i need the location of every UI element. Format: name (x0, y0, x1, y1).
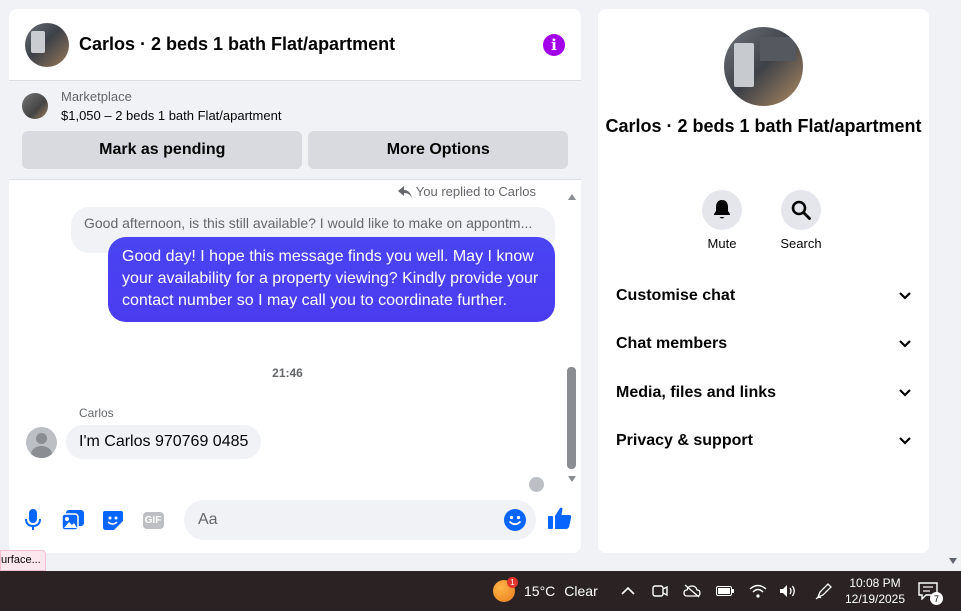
message-input-wrapper (184, 500, 536, 540)
weather-badge: 1 (507, 577, 518, 588)
section-label: Media, files and links (616, 384, 777, 401)
pen-icon[interactable] (815, 571, 833, 611)
outgoing-message[interactable]: Good day! I hope this message finds you … (108, 237, 555, 322)
scroll-down-arrow[interactable] (568, 476, 576, 482)
conversation-info-panel: Carlos · 2 beds 1 bath Flat/apartment Mu… (598, 9, 929, 553)
weather-widget[interactable]: 1 15°C Clear (493, 571, 598, 611)
message-input[interactable] (198, 511, 504, 529)
chat-panel: Carlos · 2 beds 1 bath Flat/apartment i … (9, 9, 581, 553)
clock-time: 10:08 PM (849, 576, 901, 590)
sender-name: Carlos (79, 406, 114, 420)
weather-icon: 1 (493, 577, 518, 602)
marketplace-label: Marketplace (61, 89, 132, 104)
volume-icon[interactable] (779, 571, 797, 611)
section-label: Privacy & support (616, 432, 753, 449)
taskbar: 1 15°C Clear 10:08 PM 12/19/2025 7 (0, 571, 961, 611)
clock[interactable]: 10:08 PM 12/19/2025 (845, 571, 905, 611)
section-label: Customise chat (616, 287, 736, 304)
section-label: Chat members (616, 335, 728, 352)
chevron-down-icon (899, 292, 911, 300)
section-chat-members[interactable]: Chat members (616, 335, 911, 353)
scroll-up-arrow[interactable] (568, 194, 576, 200)
chat-header: Carlos · 2 beds 1 bath Flat/apartment i (9, 9, 581, 81)
listing-avatar[interactable] (25, 22, 69, 67)
chat-title[interactable]: Carlos · 2 beds 1 bath Flat/apartment (79, 34, 543, 55)
mute-label: Mute (707, 236, 737, 251)
profile-avatar[interactable] (724, 27, 803, 106)
battery-icon[interactable] (716, 571, 734, 611)
composer: GIF (9, 497, 581, 543)
photo-icon[interactable] (61, 508, 85, 532)
incoming-message-row: I'm Carlos 970769 0485 (26, 425, 262, 459)
read-receipt-avatar (529, 477, 544, 492)
meet-icon[interactable] (652, 571, 668, 611)
section-media-files-links[interactable]: Media, files and links (616, 384, 911, 402)
section-customise-chat[interactable]: Customise chat (616, 287, 911, 305)
wifi-icon[interactable] (749, 571, 767, 611)
chevron-down-icon (899, 437, 911, 445)
info-icon[interactable]: i (543, 33, 565, 56)
incoming-message[interactable]: I'm Carlos 970769 0485 (66, 425, 262, 459)
listing-price: $1,050 – 2 beds 1 bath Flat/apartment (61, 108, 282, 123)
clock-date: 12/19/2025 (844, 592, 906, 606)
bell-icon[interactable] (702, 190, 742, 230)
surface-tooltip: urface... (0, 550, 46, 571)
info-title: Carlos · 2 beds 1 bath Flat/apartment (605, 116, 922, 136)
scroll-thumb[interactable] (567, 367, 576, 469)
marketplace-listing[interactable]: Marketplace $1,050 – 2 beds 1 bath Flat/… (22, 89, 568, 123)
page-scroll-down-arrow[interactable] (949, 558, 957, 564)
search-label: Search (780, 236, 822, 251)
search-action[interactable]: Search (771, 190, 831, 251)
mark-as-pending-button[interactable]: Mark as pending (22, 131, 303, 169)
gif-icon[interactable]: GIF (141, 508, 165, 532)
more-options-button[interactable]: More Options (308, 131, 568, 169)
cloud-off-icon[interactable] (683, 571, 701, 611)
message-scrollbar[interactable] (566, 192, 578, 482)
reply-indicator: You replied to Carlos (397, 184, 536, 199)
weather-temp: 15°C (524, 583, 556, 599)
microphone-icon[interactable] (21, 508, 45, 532)
mute-action[interactable]: Mute (692, 190, 752, 251)
marketplace-banner: Marketplace $1,050 – 2 beds 1 bath Flat/… (9, 81, 581, 180)
weather-desc: Clear (564, 583, 598, 599)
timestamp: 21:46 (272, 366, 303, 380)
notifications-icon[interactable]: 7 (918, 571, 943, 611)
sender-avatar[interactable] (26, 426, 57, 458)
chevron-down-icon (899, 340, 911, 348)
listing-thumbnail (22, 93, 48, 119)
reply-icon (397, 185, 412, 198)
emoji-icon[interactable] (504, 509, 526, 531)
search-icon[interactable] (781, 190, 821, 230)
notification-count: 7 (930, 592, 943, 605)
thumbs-up-icon[interactable] (548, 506, 572, 535)
message-list: You replied to Carlos Good afternoon, is… (9, 184, 581, 492)
chevron-up-icon[interactable] (621, 587, 635, 595)
reply-indicator-text: You replied to Carlos (415, 184, 536, 199)
show-hidden-icons[interactable] (621, 571, 635, 611)
chevron-down-icon (899, 389, 911, 397)
section-privacy-support[interactable]: Privacy & support (616, 432, 911, 450)
sticker-icon[interactable] (101, 508, 125, 532)
